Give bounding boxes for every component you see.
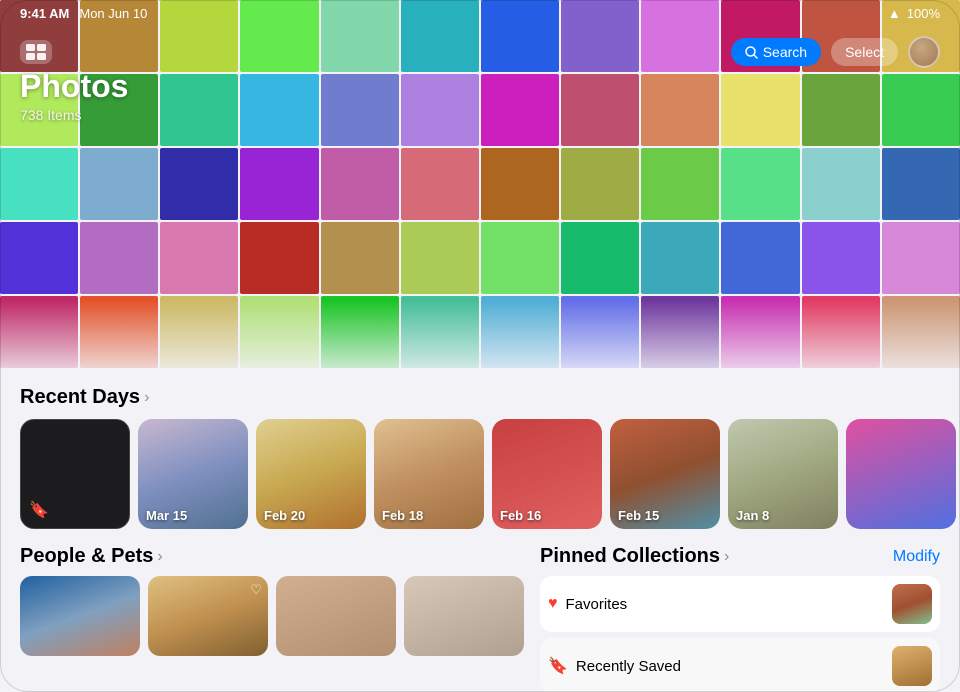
photo-cell[interactable] (160, 74, 238, 146)
day-label-mar15: Mar 15 (146, 508, 187, 523)
recent-days-header: Recent Days › (0, 386, 960, 409)
photos-count: 738 Items (20, 107, 128, 123)
photo-cell[interactable] (321, 222, 399, 294)
photo-cell[interactable] (641, 74, 719, 146)
photo-cell[interactable] (721, 222, 799, 294)
favorites-thumb (892, 584, 932, 624)
pinned-collections-column: Pinned Collections › Modify ♥ Favorites … (540, 545, 940, 692)
day-card-extra[interactable] (846, 419, 956, 529)
photo-cell[interactable] (240, 148, 318, 220)
collection-item-recently-saved[interactable]: 🔖 Recently Saved (540, 638, 940, 692)
day-card-mar15[interactable]: Mar 15 (138, 419, 248, 529)
photo-cell[interactable] (641, 222, 719, 294)
pinned-collections-header: Pinned Collections › Modify (540, 545, 940, 568)
person-card-4[interactable] (404, 576, 524, 656)
recently-saved-thumb (892, 646, 932, 686)
photo-cell[interactable] (321, 148, 399, 220)
people-pets-title: People & Pets (20, 545, 153, 568)
photo-cell[interactable] (481, 148, 559, 220)
status-right: ▲ 100% (888, 6, 940, 21)
recent-days-title: Recent Days (20, 386, 140, 409)
avatar[interactable] (908, 36, 940, 68)
bookmark-collection-icon: 🔖 (548, 656, 568, 676)
toolbar-right: Search Select (731, 36, 940, 68)
people-pets-scroll[interactable]: ♡ (20, 576, 524, 656)
favorites-label: Favorites (566, 596, 893, 613)
day-label-feb16: Feb 16 (500, 508, 541, 523)
day-card-feb16[interactable]: Feb 16 (492, 419, 602, 529)
people-pets-chevron: › (157, 548, 162, 566)
photo-cell[interactable] (802, 148, 880, 220)
person-card-3[interactable] (276, 576, 396, 656)
photo-cell[interactable] (240, 222, 318, 294)
toolbar: Search Select (0, 28, 960, 76)
photo-cell[interactable] (401, 222, 479, 294)
recent-days-chevron: › (144, 389, 149, 407)
heart-icon: ♡ (250, 582, 262, 598)
day-label-feb15: Feb 15 (618, 508, 659, 523)
day-card-special[interactable]: 🔖 (20, 419, 130, 529)
photo-cell[interactable] (561, 74, 639, 146)
photo-cell[interactable] (882, 148, 960, 220)
bottom-columns: People & Pets › ♡ Pinned Collections › M… (0, 545, 960, 692)
recent-days-section: Recent Days › 🔖 Mar 15 Feb 20 Feb 18 Feb… (0, 386, 960, 529)
status-date: Mon Jun 10 (79, 6, 147, 21)
photo-cell[interactable] (80, 148, 158, 220)
photo-cell[interactable] (80, 222, 158, 294)
photos-title-area: Photos 738 Items (20, 68, 128, 123)
grid-gradient (0, 300, 960, 380)
day-card-feb20[interactable]: Feb 20 (256, 419, 366, 529)
photo-cell[interactable] (481, 222, 559, 294)
modify-button[interactable]: Modify (893, 548, 940, 566)
grid-toggle-button[interactable] (20, 40, 52, 64)
person-card-1[interactable] (20, 576, 140, 656)
recent-days-scroll[interactable]: 🔖 Mar 15 Feb 20 Feb 18 Feb 16 Feb 15 (0, 419, 960, 529)
bottom-panel: Recent Days › 🔖 Mar 15 Feb 20 Feb 18 Feb… (0, 370, 960, 692)
photo-cell[interactable] (321, 74, 399, 146)
day-label-feb20: Feb 20 (264, 508, 305, 523)
photo-cell[interactable] (0, 148, 78, 220)
photo-cell[interactable] (721, 148, 799, 220)
photo-cell[interactable] (561, 148, 639, 220)
bookmark-icon: 🔖 (29, 500, 49, 520)
photo-cell[interactable] (160, 222, 238, 294)
battery-label: 100% (907, 6, 940, 21)
day-card-jan8[interactable]: Jan 8 (728, 419, 838, 529)
photo-cell[interactable] (802, 74, 880, 146)
day-card-feb18[interactable]: Feb 18 (374, 419, 484, 529)
wifi-icon: ▲ (888, 6, 901, 21)
people-pets-column: People & Pets › ♡ (20, 545, 524, 692)
photo-cell[interactable] (0, 222, 78, 294)
toolbar-left (20, 40, 52, 64)
photo-cell[interactable] (882, 222, 960, 294)
photo-cell[interactable] (401, 74, 479, 146)
search-icon (745, 46, 758, 59)
recently-saved-label: Recently Saved (576, 658, 892, 675)
photo-cell[interactable] (401, 148, 479, 220)
search-button[interactable]: Search (731, 38, 821, 66)
day-card-feb15[interactable]: Feb 15 (610, 419, 720, 529)
people-pets-header: People & Pets › (20, 545, 524, 568)
photo-cell[interactable] (882, 74, 960, 146)
photo-cell[interactable] (641, 148, 719, 220)
photo-cell[interactable] (160, 148, 238, 220)
heart-collection-icon: ♥ (548, 595, 558, 613)
grid-icon (26, 44, 46, 60)
collection-item-favorites[interactable]: ♥ Favorites (540, 576, 940, 632)
photo-cell[interactable] (481, 74, 559, 146)
pinned-collections-title: Pinned Collections (540, 545, 720, 568)
photo-cell[interactable] (240, 74, 318, 146)
status-bar: 9:41 AM Mon Jun 10 ▲ 100% (0, 0, 960, 25)
photo-cell[interactable] (561, 222, 639, 294)
day-label-feb18: Feb 18 (382, 508, 423, 523)
photo-cell[interactable] (721, 74, 799, 146)
photo-cell[interactable] (802, 222, 880, 294)
pinned-chevron: › (724, 548, 729, 566)
select-button[interactable]: Select (831, 38, 898, 66)
person-card-2[interactable]: ♡ (148, 576, 268, 656)
day-label-jan8: Jan 8 (736, 508, 769, 523)
status-time: 9:41 AM (20, 6, 69, 21)
